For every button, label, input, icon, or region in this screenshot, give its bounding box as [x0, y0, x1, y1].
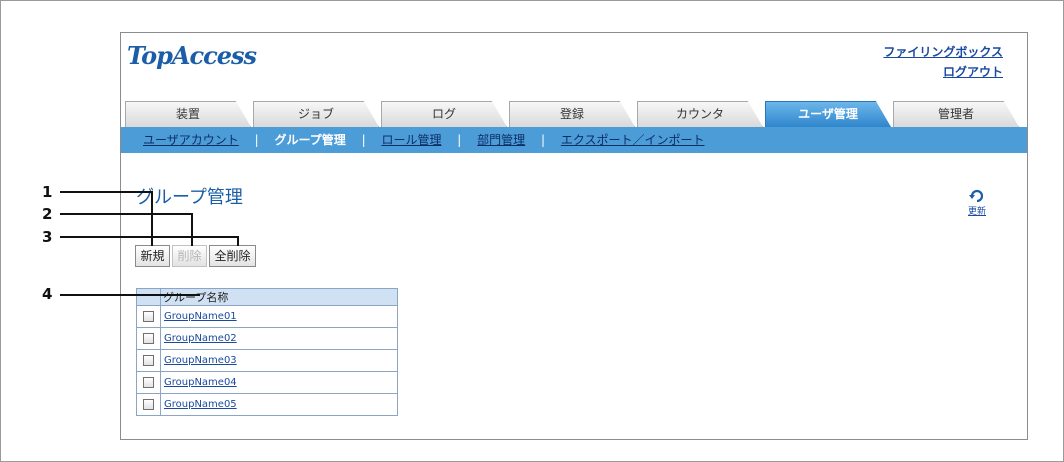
- callout-1: 1: [42, 183, 53, 201]
- row-checkbox[interactable]: [143, 310, 154, 322]
- table-row: GroupName03: [136, 349, 398, 372]
- refresh-label: 更新: [967, 207, 986, 217]
- tab-job[interactable]: ジョブ: [253, 101, 379, 127]
- tab-user-management[interactable]: ユーザ管理: [765, 101, 891, 127]
- page-title: グループ管理: [136, 187, 243, 208]
- refresh-button[interactable]: 更新: [962, 188, 992, 217]
- filing-box-link[interactable]: ファイリングボックス: [883, 42, 1003, 62]
- table-row: GroupName02: [136, 327, 398, 350]
- group-name-link[interactable]: GroupName04: [161, 377, 237, 388]
- sub-navigation: ユーザアカウント | グループ管理 | ロール管理 | 部門管理 | エクスポー…: [121, 127, 1027, 153]
- group-name-link[interactable]: GroupName02: [161, 333, 237, 344]
- logout-link[interactable]: ログアウト: [883, 62, 1003, 82]
- table-row: GroupName05: [136, 393, 398, 416]
- subnav-role-management[interactable]: ロール管理: [381, 133, 441, 147]
- table-row: GroupName01: [136, 305, 398, 328]
- row-checkbox[interactable]: [143, 398, 154, 410]
- tab-log[interactable]: ログ: [381, 101, 507, 127]
- table-header-row: グループ名称: [136, 288, 398, 306]
- tab-administrator[interactable]: 管理者: [893, 101, 1019, 127]
- select-all-header: [136, 288, 161, 306]
- tab-counter[interactable]: カウンタ: [637, 101, 763, 127]
- subnav-export-import[interactable]: エクスポート／インポート: [561, 133, 705, 147]
- header-links: ファイリングボックス ログアウト: [883, 42, 1003, 82]
- row-checkbox[interactable]: [143, 332, 154, 344]
- row-checkbox[interactable]: [143, 354, 154, 366]
- group-table: グループ名称 GroupName01 GroupName02 GroupName…: [136, 288, 398, 416]
- group-name-link[interactable]: GroupName01: [161, 311, 237, 322]
- subnav-separator: |: [457, 133, 462, 147]
- delete-button[interactable]: 削除: [172, 245, 207, 267]
- subnav-department-management[interactable]: 部門管理: [477, 133, 525, 147]
- row-checkbox[interactable]: [143, 376, 154, 388]
- subnav-user-account[interactable]: ユーザアカウント: [143, 133, 239, 147]
- group-name-header: グループ名称: [160, 288, 398, 306]
- tab-device[interactable]: 装置: [125, 101, 251, 127]
- delete-all-button[interactable]: 全削除: [209, 245, 256, 267]
- new-button[interactable]: 新規: [135, 245, 170, 267]
- callout-2: 2: [42, 205, 53, 223]
- topaccess-logo: TopAccess: [127, 41, 257, 70]
- subnav-separator: |: [361, 133, 366, 147]
- group-name-link[interactable]: GroupName05: [161, 399, 237, 410]
- subnav-separator: |: [254, 133, 259, 147]
- refresh-icon: [969, 189, 984, 203]
- main-tabs: 装置 ジョブ ログ 登録 カウンタ ユーザ管理 管理者: [125, 101, 1021, 127]
- tab-registration[interactable]: 登録: [509, 101, 635, 127]
- subnav-group-management[interactable]: グループ管理: [274, 133, 345, 147]
- callout-4: 4: [42, 285, 53, 303]
- group-name-link[interactable]: GroupName03: [161, 355, 237, 366]
- subnav-separator: |: [541, 133, 546, 147]
- table-row: GroupName04: [136, 371, 398, 394]
- callout-3: 3: [42, 228, 53, 246]
